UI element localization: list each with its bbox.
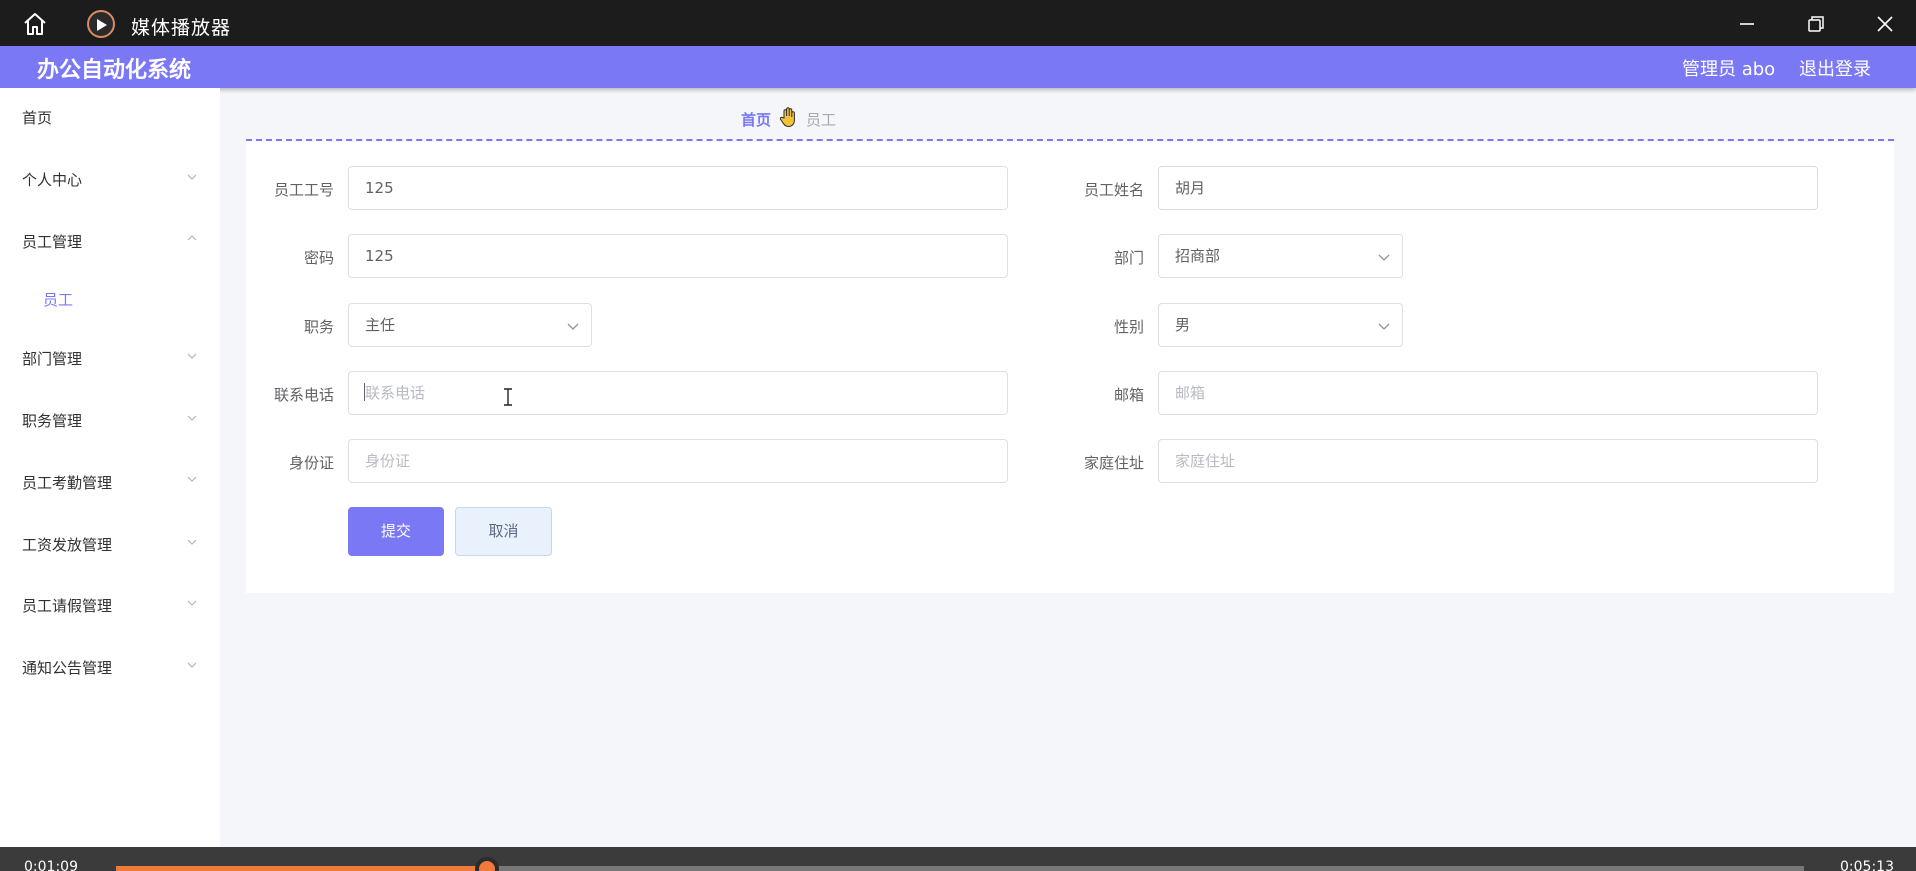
id-card-input[interactable]: 身份证 xyxy=(348,439,1008,483)
chevron-down-icon xyxy=(187,174,197,180)
media-player-bar: 0:01:09 0:05:13 xyxy=(0,847,1916,871)
chevron-down-icon xyxy=(187,600,197,606)
gender-label: 性别 xyxy=(1113,318,1144,336)
address-label: 家庭住址 xyxy=(1083,454,1144,472)
breadcrumb-divider xyxy=(246,139,1894,141)
app-header: 办公自动化系统 管理员 abo 退出登录 xyxy=(0,46,1916,88)
breadcrumb-current: 员工 xyxy=(806,111,837,129)
sidebar-item-department[interactable]: 部门管理 xyxy=(22,348,82,369)
chevron-down-icon xyxy=(187,353,197,359)
user-label: 管理员 abo xyxy=(1682,59,1776,80)
text-cursor-icon xyxy=(504,388,512,406)
chevron-down-icon xyxy=(187,662,197,668)
chevron-down-icon xyxy=(567,323,579,330)
window-title: 媒体播放器 xyxy=(131,17,232,39)
chevron-down-icon xyxy=(187,539,197,545)
total-time: 0:05:13 xyxy=(1840,859,1894,871)
sidebar-item-leave[interactable]: 员工请假管理 xyxy=(22,595,112,616)
current-time: 0:01:09 xyxy=(24,859,78,871)
department-select[interactable]: 招商部 xyxy=(1158,234,1403,278)
chevron-up-icon xyxy=(187,235,197,241)
phone-label: 联系电话 xyxy=(273,386,334,404)
id-card-label: 身份证 xyxy=(288,454,334,472)
sidebar-item-position[interactable]: 职务管理 xyxy=(22,410,82,431)
phone-input[interactable]: 联系电话 xyxy=(348,371,1008,415)
email-label: 邮箱 xyxy=(1113,386,1144,404)
seek-progress xyxy=(116,866,488,871)
position-label: 职务 xyxy=(303,318,334,336)
home-icon[interactable] xyxy=(22,11,48,37)
sidebar-item-profile[interactable]: 个人中心 xyxy=(22,169,82,190)
cancel-button[interactable]: 取消 xyxy=(455,507,552,556)
chevron-down-icon xyxy=(187,415,197,421)
sidebar-item-employee-mgmt[interactable]: 员工管理 xyxy=(22,231,82,252)
system-title: 办公自动化系统 xyxy=(37,58,192,83)
emp-name-input[interactable]: 胡月 xyxy=(1158,166,1818,210)
department-label: 部门 xyxy=(1113,249,1144,267)
sidebar: 首页 个人中心 员工管理 员工 部门管理 职务管理 员工考勤管理 工资发放管理 … xyxy=(0,88,220,847)
email-input[interactable]: 邮箱 xyxy=(1158,371,1818,415)
sidebar-item-notice[interactable]: 通知公告管理 xyxy=(22,657,112,678)
restore-icon[interactable] xyxy=(1803,11,1829,37)
sidebar-item-salary[interactable]: 工资发放管理 xyxy=(22,534,112,555)
breadcrumb-home[interactable]: 首页 xyxy=(741,109,771,130)
emp-name-label: 员工姓名 xyxy=(1083,181,1144,199)
position-select[interactable]: 主任 xyxy=(348,303,592,347)
close-icon[interactable] xyxy=(1872,11,1898,37)
sidebar-item-attendance[interactable]: 员工考勤管理 xyxy=(22,472,112,493)
emp-no-input[interactable]: 125 xyxy=(348,166,1008,210)
password-label: 密码 xyxy=(303,249,334,267)
window-titlebar: 媒体播放器 xyxy=(0,0,1916,46)
chevron-down-icon xyxy=(187,476,197,482)
chevron-down-icon xyxy=(1378,254,1390,261)
logout-link[interactable]: 退出登录 xyxy=(1799,55,1871,81)
media-player-icon xyxy=(87,10,115,38)
hand-icon xyxy=(779,107,795,128)
seek-handle[interactable] xyxy=(475,857,500,871)
seek-bar[interactable] xyxy=(116,866,1804,871)
submit-button[interactable]: 提交 xyxy=(348,507,444,556)
minimize-icon[interactable] xyxy=(1734,11,1760,37)
text-caret xyxy=(364,383,365,401)
sidebar-subitem-employee[interactable]: 员工 xyxy=(43,289,73,310)
sidebar-item-home[interactable]: 首页 xyxy=(22,107,52,128)
emp-no-label: 员工工号 xyxy=(273,181,334,199)
address-input[interactable]: 家庭住址 xyxy=(1158,439,1818,483)
gender-select[interactable]: 男 xyxy=(1158,303,1403,347)
chevron-down-icon xyxy=(1378,323,1390,330)
password-input[interactable]: 125 xyxy=(348,234,1008,278)
